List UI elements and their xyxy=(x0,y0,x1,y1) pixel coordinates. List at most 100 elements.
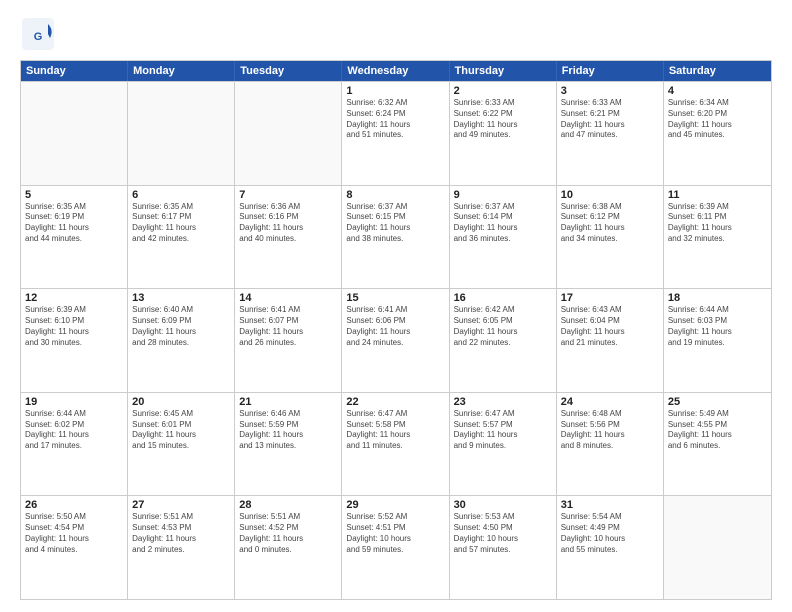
day-number: 16 xyxy=(454,292,552,304)
day-number: 6 xyxy=(132,189,230,201)
day-number: 27 xyxy=(132,499,230,511)
day-cell-22: 22Sunrise: 6:47 AM Sunset: 5:58 PM Dayli… xyxy=(342,393,449,496)
calendar-row-0: 1Sunrise: 6:32 AM Sunset: 6:24 PM Daylig… xyxy=(21,81,771,185)
calendar-row-2: 12Sunrise: 6:39 AM Sunset: 6:10 PM Dayli… xyxy=(21,288,771,392)
day-info: Sunrise: 6:39 AM Sunset: 6:11 PM Dayligh… xyxy=(668,202,767,245)
day-info: Sunrise: 5:54 AM Sunset: 4:49 PM Dayligh… xyxy=(561,512,659,555)
day-number: 8 xyxy=(346,189,444,201)
day-number: 30 xyxy=(454,499,552,511)
day-info: Sunrise: 6:37 AM Sunset: 6:14 PM Dayligh… xyxy=(454,202,552,245)
day-number: 1 xyxy=(346,85,444,97)
calendar-row-3: 19Sunrise: 6:44 AM Sunset: 6:02 PM Dayli… xyxy=(21,392,771,496)
day-info: Sunrise: 6:41 AM Sunset: 6:06 PM Dayligh… xyxy=(346,305,444,348)
logo-icon: G xyxy=(20,16,56,52)
day-cell-30: 30Sunrise: 5:53 AM Sunset: 4:50 PM Dayli… xyxy=(450,496,557,599)
day-number: 24 xyxy=(561,396,659,408)
empty-cell-0-1 xyxy=(128,82,235,185)
day-info: Sunrise: 6:38 AM Sunset: 6:12 PM Dayligh… xyxy=(561,202,659,245)
day-info: Sunrise: 6:47 AM Sunset: 5:58 PM Dayligh… xyxy=(346,409,444,452)
day-number: 18 xyxy=(668,292,767,304)
day-info: Sunrise: 6:34 AM Sunset: 6:20 PM Dayligh… xyxy=(668,98,767,141)
day-info: Sunrise: 6:32 AM Sunset: 6:24 PM Dayligh… xyxy=(346,98,444,141)
page: G SundayMondayTuesdayWednesdayThursdayFr… xyxy=(0,0,792,612)
day-number: 31 xyxy=(561,499,659,511)
day-cell-7: 7Sunrise: 6:36 AM Sunset: 6:16 PM Daylig… xyxy=(235,186,342,289)
day-number: 7 xyxy=(239,189,337,201)
day-info: Sunrise: 6:44 AM Sunset: 6:02 PM Dayligh… xyxy=(25,409,123,452)
day-info: Sunrise: 6:33 AM Sunset: 6:21 PM Dayligh… xyxy=(561,98,659,141)
header-day-friday: Friday xyxy=(557,61,664,81)
header-day-thursday: Thursday xyxy=(450,61,557,81)
day-cell-18: 18Sunrise: 6:44 AM Sunset: 6:03 PM Dayli… xyxy=(664,289,771,392)
day-cell-15: 15Sunrise: 6:41 AM Sunset: 6:06 PM Dayli… xyxy=(342,289,449,392)
day-info: Sunrise: 6:43 AM Sunset: 6:04 PM Dayligh… xyxy=(561,305,659,348)
day-number: 12 xyxy=(25,292,123,304)
day-info: Sunrise: 5:49 AM Sunset: 4:55 PM Dayligh… xyxy=(668,409,767,452)
day-cell-23: 23Sunrise: 6:47 AM Sunset: 5:57 PM Dayli… xyxy=(450,393,557,496)
day-number: 13 xyxy=(132,292,230,304)
day-number: 21 xyxy=(239,396,337,408)
logo: G xyxy=(20,16,60,52)
day-cell-20: 20Sunrise: 6:45 AM Sunset: 6:01 PM Dayli… xyxy=(128,393,235,496)
calendar-header: SundayMondayTuesdayWednesdayThursdayFrid… xyxy=(21,61,771,81)
header-day-wednesday: Wednesday xyxy=(342,61,449,81)
day-cell-12: 12Sunrise: 6:39 AM Sunset: 6:10 PM Dayli… xyxy=(21,289,128,392)
day-cell-13: 13Sunrise: 6:40 AM Sunset: 6:09 PM Dayli… xyxy=(128,289,235,392)
day-number: 17 xyxy=(561,292,659,304)
day-info: Sunrise: 5:53 AM Sunset: 4:50 PM Dayligh… xyxy=(454,512,552,555)
day-info: Sunrise: 6:35 AM Sunset: 6:19 PM Dayligh… xyxy=(25,202,123,245)
day-cell-8: 8Sunrise: 6:37 AM Sunset: 6:15 PM Daylig… xyxy=(342,186,449,289)
day-number: 29 xyxy=(346,499,444,511)
day-number: 11 xyxy=(668,189,767,201)
day-cell-4: 4Sunrise: 6:34 AM Sunset: 6:20 PM Daylig… xyxy=(664,82,771,185)
day-info: Sunrise: 6:36 AM Sunset: 6:16 PM Dayligh… xyxy=(239,202,337,245)
day-number: 23 xyxy=(454,396,552,408)
day-number: 28 xyxy=(239,499,337,511)
day-info: Sunrise: 6:33 AM Sunset: 6:22 PM Dayligh… xyxy=(454,98,552,141)
day-info: Sunrise: 6:47 AM Sunset: 5:57 PM Dayligh… xyxy=(454,409,552,452)
day-cell-6: 6Sunrise: 6:35 AM Sunset: 6:17 PM Daylig… xyxy=(128,186,235,289)
day-number: 10 xyxy=(561,189,659,201)
empty-cell-4-6 xyxy=(664,496,771,599)
day-info: Sunrise: 6:46 AM Sunset: 5:59 PM Dayligh… xyxy=(239,409,337,452)
day-cell-9: 9Sunrise: 6:37 AM Sunset: 6:14 PM Daylig… xyxy=(450,186,557,289)
calendar-body: 1Sunrise: 6:32 AM Sunset: 6:24 PM Daylig… xyxy=(21,81,771,599)
day-cell-29: 29Sunrise: 5:52 AM Sunset: 4:51 PM Dayli… xyxy=(342,496,449,599)
day-info: Sunrise: 6:42 AM Sunset: 6:05 PM Dayligh… xyxy=(454,305,552,348)
calendar: SundayMondayTuesdayWednesdayThursdayFrid… xyxy=(20,60,772,600)
day-number: 26 xyxy=(25,499,123,511)
day-cell-5: 5Sunrise: 6:35 AM Sunset: 6:19 PM Daylig… xyxy=(21,186,128,289)
day-cell-16: 16Sunrise: 6:42 AM Sunset: 6:05 PM Dayli… xyxy=(450,289,557,392)
header-day-monday: Monday xyxy=(128,61,235,81)
svg-text:G: G xyxy=(34,31,43,43)
day-cell-1: 1Sunrise: 6:32 AM Sunset: 6:24 PM Daylig… xyxy=(342,82,449,185)
day-number: 14 xyxy=(239,292,337,304)
day-number: 2 xyxy=(454,85,552,97)
calendar-row-1: 5Sunrise: 6:35 AM Sunset: 6:19 PM Daylig… xyxy=(21,185,771,289)
day-cell-10: 10Sunrise: 6:38 AM Sunset: 6:12 PM Dayli… xyxy=(557,186,664,289)
day-cell-25: 25Sunrise: 5:49 AM Sunset: 4:55 PM Dayli… xyxy=(664,393,771,496)
day-number: 25 xyxy=(668,396,767,408)
day-number: 5 xyxy=(25,189,123,201)
calendar-row-4: 26Sunrise: 5:50 AM Sunset: 4:54 PM Dayli… xyxy=(21,495,771,599)
header-day-sunday: Sunday xyxy=(21,61,128,81)
day-number: 19 xyxy=(25,396,123,408)
day-cell-27: 27Sunrise: 5:51 AM Sunset: 4:53 PM Dayli… xyxy=(128,496,235,599)
day-info: Sunrise: 5:51 AM Sunset: 4:53 PM Dayligh… xyxy=(132,512,230,555)
empty-cell-0-2 xyxy=(235,82,342,185)
day-info: Sunrise: 6:40 AM Sunset: 6:09 PM Dayligh… xyxy=(132,305,230,348)
day-number: 22 xyxy=(346,396,444,408)
day-cell-19: 19Sunrise: 6:44 AM Sunset: 6:02 PM Dayli… xyxy=(21,393,128,496)
day-cell-24: 24Sunrise: 6:48 AM Sunset: 5:56 PM Dayli… xyxy=(557,393,664,496)
day-info: Sunrise: 6:41 AM Sunset: 6:07 PM Dayligh… xyxy=(239,305,337,348)
day-info: Sunrise: 6:48 AM Sunset: 5:56 PM Dayligh… xyxy=(561,409,659,452)
day-number: 4 xyxy=(668,85,767,97)
day-number: 9 xyxy=(454,189,552,201)
day-cell-26: 26Sunrise: 5:50 AM Sunset: 4:54 PM Dayli… xyxy=(21,496,128,599)
day-info: Sunrise: 6:39 AM Sunset: 6:10 PM Dayligh… xyxy=(25,305,123,348)
day-cell-28: 28Sunrise: 5:51 AM Sunset: 4:52 PM Dayli… xyxy=(235,496,342,599)
day-number: 20 xyxy=(132,396,230,408)
day-cell-17: 17Sunrise: 6:43 AM Sunset: 6:04 PM Dayli… xyxy=(557,289,664,392)
day-cell-21: 21Sunrise: 6:46 AM Sunset: 5:59 PM Dayli… xyxy=(235,393,342,496)
day-cell-11: 11Sunrise: 6:39 AM Sunset: 6:11 PM Dayli… xyxy=(664,186,771,289)
